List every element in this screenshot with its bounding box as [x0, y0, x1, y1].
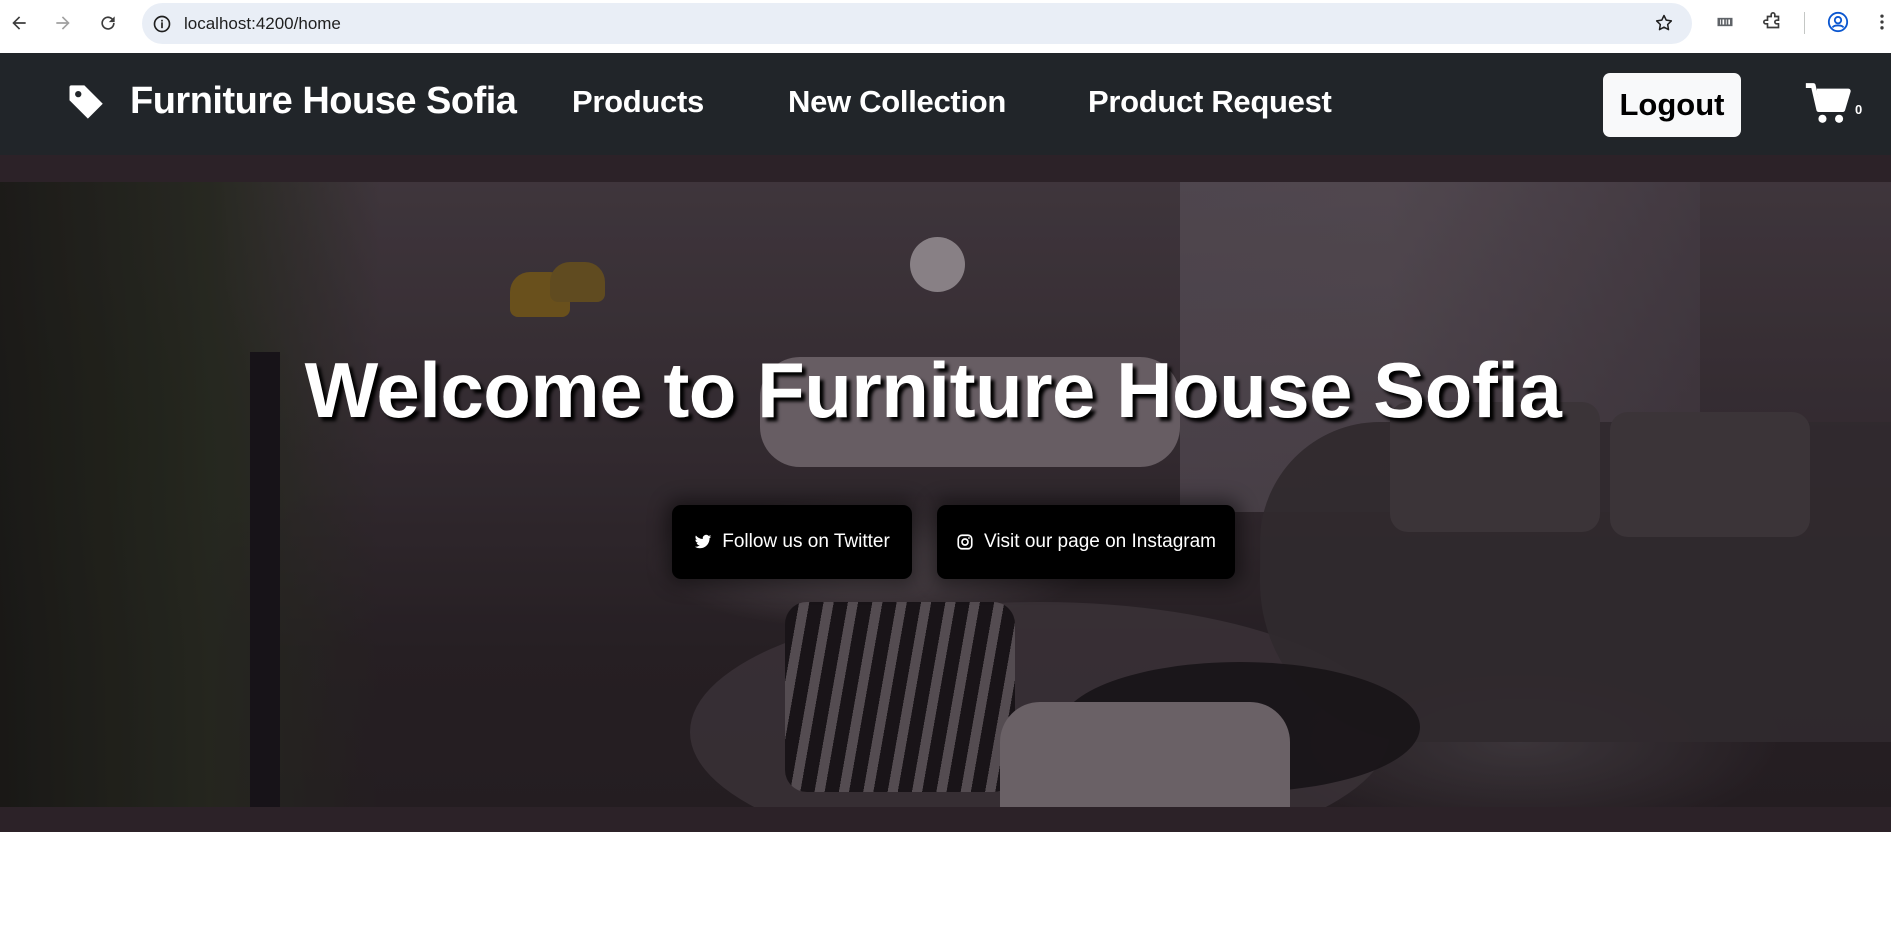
extension-barcode-icon[interactable] [1714, 11, 1736, 33]
site-navbar: Furniture House Sofia Products New Colle… [0, 53, 1891, 155]
logout-button[interactable]: Logout [1603, 73, 1741, 137]
twitter-button-label: Follow us on Twitter [722, 531, 890, 552]
nav-link-new-collection[interactable]: New Collection [788, 84, 1006, 120]
toolbar-divider [1804, 12, 1805, 34]
twitter-icon [694, 534, 712, 549]
site-info-icon[interactable] [152, 14, 172, 34]
reload-icon [101, 16, 115, 30]
tag-icon [69, 84, 103, 119]
back-button[interactable] [8, 12, 30, 34]
hero-title: Welcome to Furniture House Sofia [304, 346, 1562, 434]
brand-link[interactable]: Furniture House Sofia [66, 80, 517, 123]
reload-button[interactable] [97, 12, 119, 34]
url-text[interactable]: localhost:4200/home [184, 14, 341, 34]
instagram-visit-button[interactable]: Visit our page on Instagram [937, 505, 1235, 579]
bookmark-star-icon[interactable] [1654, 13, 1674, 33]
instagram-icon [957, 534, 973, 550]
profile-avatar-icon[interactable] [1827, 11, 1849, 33]
arrow-left-icon [12, 16, 26, 30]
nav-link-product-request[interactable]: Product Request [1088, 84, 1332, 120]
arrow-right-icon [56, 16, 70, 30]
twitter-follow-button[interactable]: Follow us on Twitter [672, 505, 912, 579]
hero-banner-image [0, 182, 1891, 807]
shopping-cart-icon[interactable] [1804, 81, 1852, 127]
instagram-button-label: Visit our page on Instagram [983, 531, 1216, 552]
cart-count-badge: 0 [1855, 102, 1863, 117]
nav-link-products[interactable]: Products [572, 84, 704, 120]
address-bar[interactable]: localhost:4200/home [142, 3, 1692, 44]
forward-button[interactable] [52, 12, 74, 34]
kebab-menu-icon[interactable] [1871, 11, 1891, 33]
extensions-puzzle-icon[interactable] [1762, 11, 1784, 33]
browser-toolbar: localhost:4200/home [0, 0, 1891, 53]
brand-name: Furniture House Sofia [130, 80, 517, 122]
